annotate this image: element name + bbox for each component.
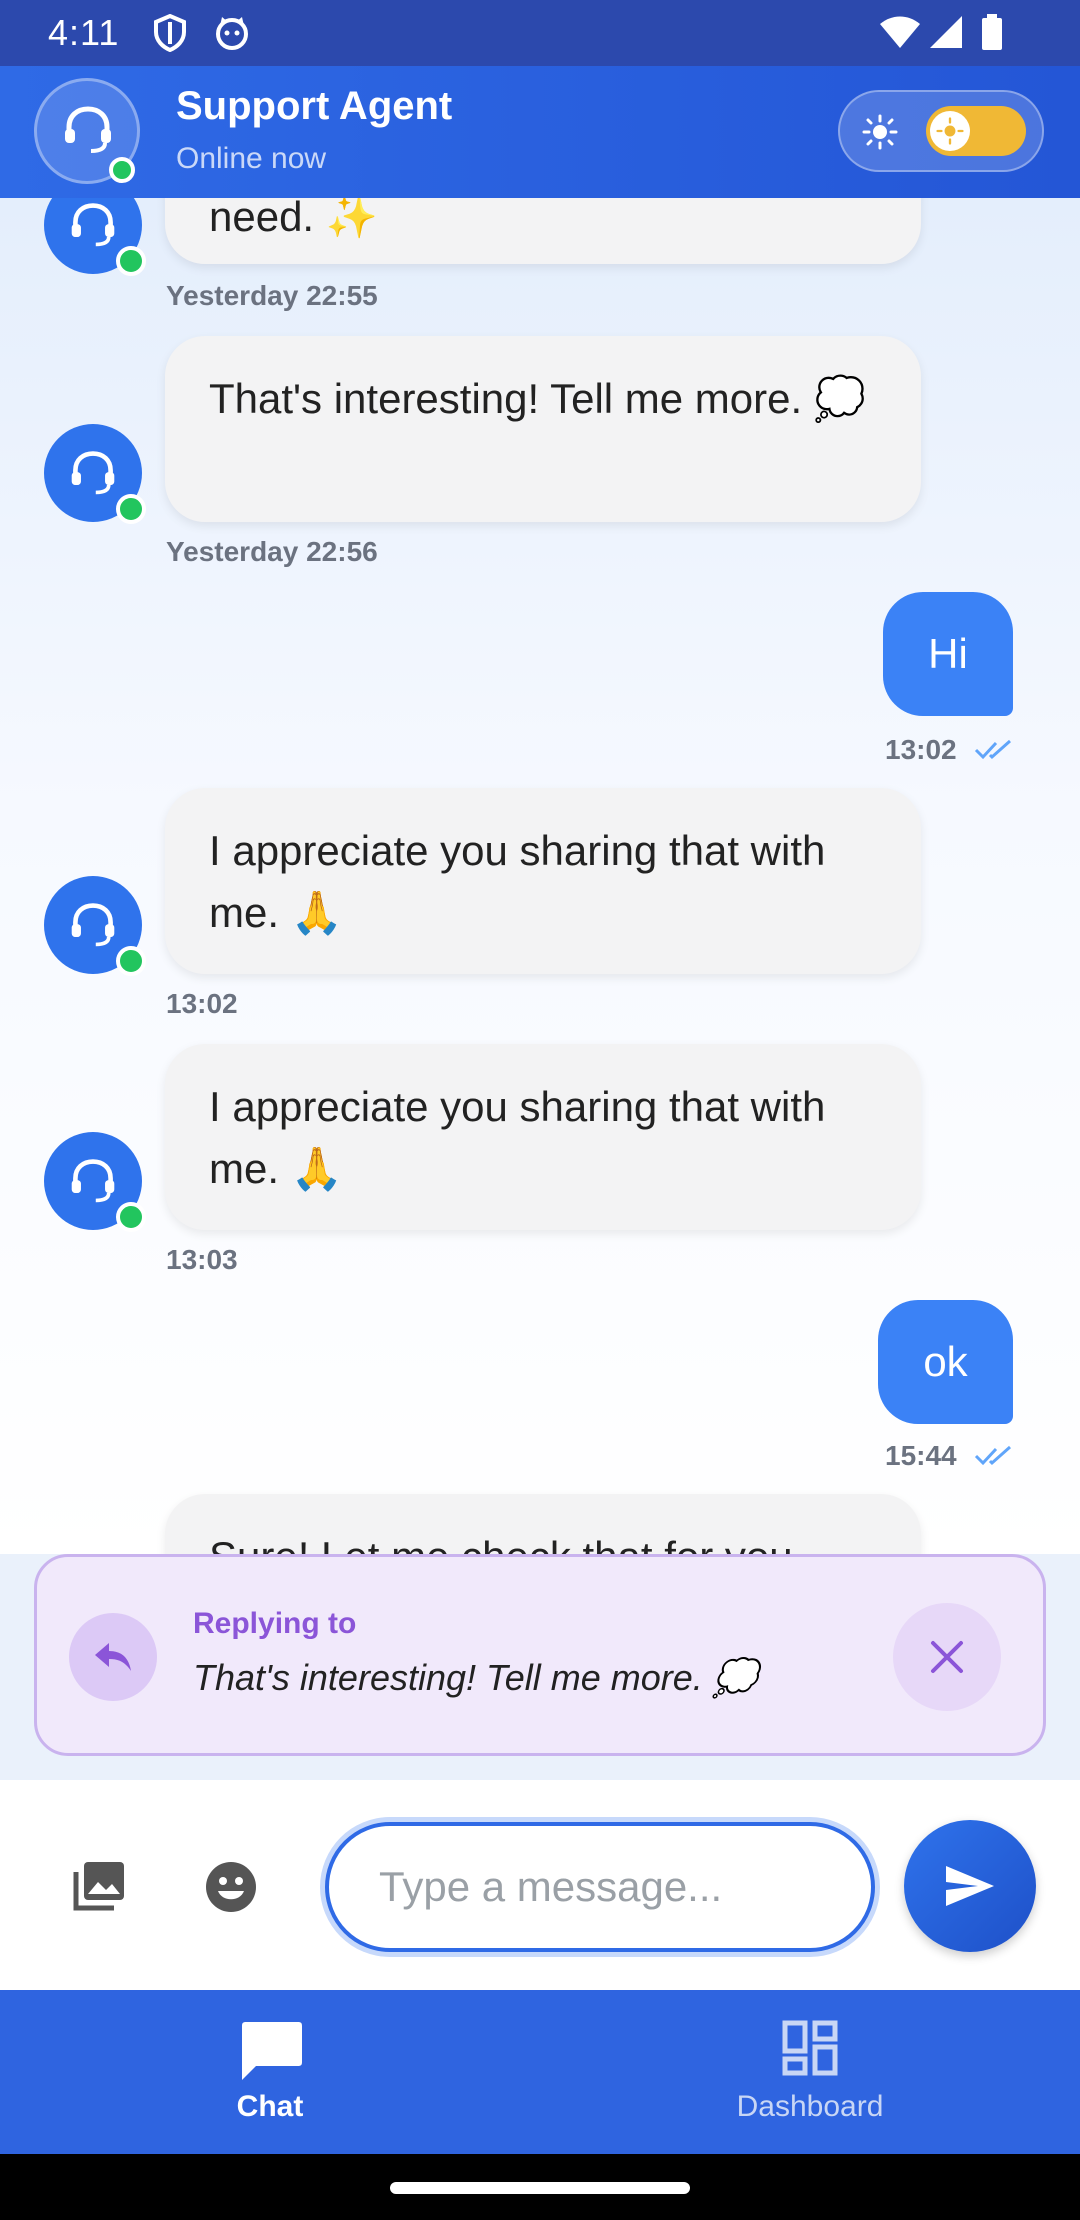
composer (0, 1780, 1080, 1990)
message-text: need. ✨ (209, 198, 379, 240)
agent-avatar (44, 424, 146, 524)
online-indicator (116, 494, 146, 524)
online-indicator (116, 946, 146, 976)
cancel-reply-button[interactable] (893, 1603, 1001, 1711)
chat-header: Support Agent Online now (0, 66, 1080, 198)
sun-small-icon (936, 117, 964, 145)
message-timestamp: 13:02 (885, 734, 957, 765)
double-check-icon (974, 739, 1011, 760)
message-bubble-incoming[interactable]: I appreciate you sharing that with me. 🙏 (165, 788, 921, 974)
message-bubble-incoming[interactable]: Sure! Let me check that for you. (165, 1494, 921, 1554)
message-timestamp: Yesterday 22:55 (166, 280, 378, 311)
cat-icon (216, 17, 248, 50)
reply-label: Replying to (193, 1607, 357, 1640)
support-agent-icon (71, 451, 115, 495)
message-bubble-incoming[interactable]: That's interesting! Tell me more. 💭 (165, 336, 921, 522)
system-nav-bar (0, 2154, 1080, 2220)
battery-icon (982, 14, 1002, 50)
support-agent-icon (71, 203, 115, 247)
support-agent-icon (71, 903, 115, 947)
message-timestamp: 13:02 (166, 988, 238, 1019)
image-icon[interactable] (72, 1860, 126, 1912)
tab-chat[interactable]: Chat (0, 1990, 540, 2154)
header-status: Online now (176, 142, 327, 175)
message-text: That's interesting! Tell me more. 💭 (209, 375, 867, 422)
toggle-track[interactable] (926, 106, 1026, 156)
signal-icon (930, 16, 962, 48)
bottom-navigation: Chat Dashboard (0, 1990, 1080, 2154)
reply-icon (95, 1643, 131, 1671)
shield-icon (154, 14, 186, 52)
message-text: I appreciate you sharing that with me. 🙏 (209, 1083, 826, 1192)
theme-toggle[interactable] (838, 90, 1044, 172)
message-timestamp: 13:03 (166, 1244, 238, 1275)
message-text: Hi (928, 630, 968, 677)
support-agent-icon (71, 1159, 115, 1203)
wifi-icon (880, 16, 920, 48)
online-indicator (109, 157, 135, 183)
message-text: Sure! Let me check that for you. (209, 1533, 804, 1554)
message-bubble-outgoing[interactable]: Hi (883, 592, 1013, 716)
emoji-icon[interactable] (204, 1860, 258, 1914)
status-time: 4:11 (48, 12, 120, 53)
status-bar: 4:11 (0, 0, 1080, 66)
close-icon (931, 1641, 963, 1673)
message-input[interactable] (325, 1822, 875, 1952)
agent-avatar (44, 1132, 146, 1232)
double-check-icon (974, 1445, 1011, 1466)
reply-icon-button[interactable] (69, 1613, 157, 1701)
online-indicator (116, 1202, 146, 1232)
agent-avatar (44, 198, 146, 276)
online-indicator (116, 246, 146, 276)
message-text: I appreciate you sharing that with me. 🙏 (209, 827, 826, 936)
toggle-knob[interactable] (930, 111, 970, 151)
dashboard-icon (782, 2020, 838, 2076)
support-agent-icon (65, 106, 111, 153)
tab-dashboard-label: Dashboard (736, 2090, 884, 2123)
agent-avatar (44, 876, 146, 976)
chat-icon (242, 2022, 302, 2080)
reply-preview: Replying to That's interesting! Tell me … (34, 1554, 1046, 1756)
message-timestamp: Yesterday 22:56 (166, 536, 378, 567)
agent-avatar[interactable] (34, 78, 140, 184)
home-handle[interactable] (390, 2182, 690, 2194)
send-button[interactable] (904, 1820, 1036, 1952)
header-title: Support Agent (176, 84, 453, 128)
message-bubble-incoming[interactable]: need. ✨ (165, 198, 921, 264)
message-bubble-incoming[interactable]: I appreciate you sharing that with me. 🙏 (165, 1044, 921, 1230)
tab-chat-label: Chat (236, 2090, 304, 2123)
message-text: ok (923, 1338, 968, 1385)
sun-icon (862, 114, 898, 150)
reply-quote: That's interesting! Tell me more. 💭 (193, 1657, 758, 1698)
send-icon (946, 1866, 994, 1906)
tab-dashboard[interactable]: Dashboard (540, 1990, 1080, 2154)
message-timestamp: 15:44 (885, 1440, 957, 1471)
message-list[interactable]: need. ✨ Yesterday 22:55 That's interesti… (0, 198, 1080, 1554)
message-bubble-outgoing[interactable]: ok (878, 1300, 1013, 1424)
